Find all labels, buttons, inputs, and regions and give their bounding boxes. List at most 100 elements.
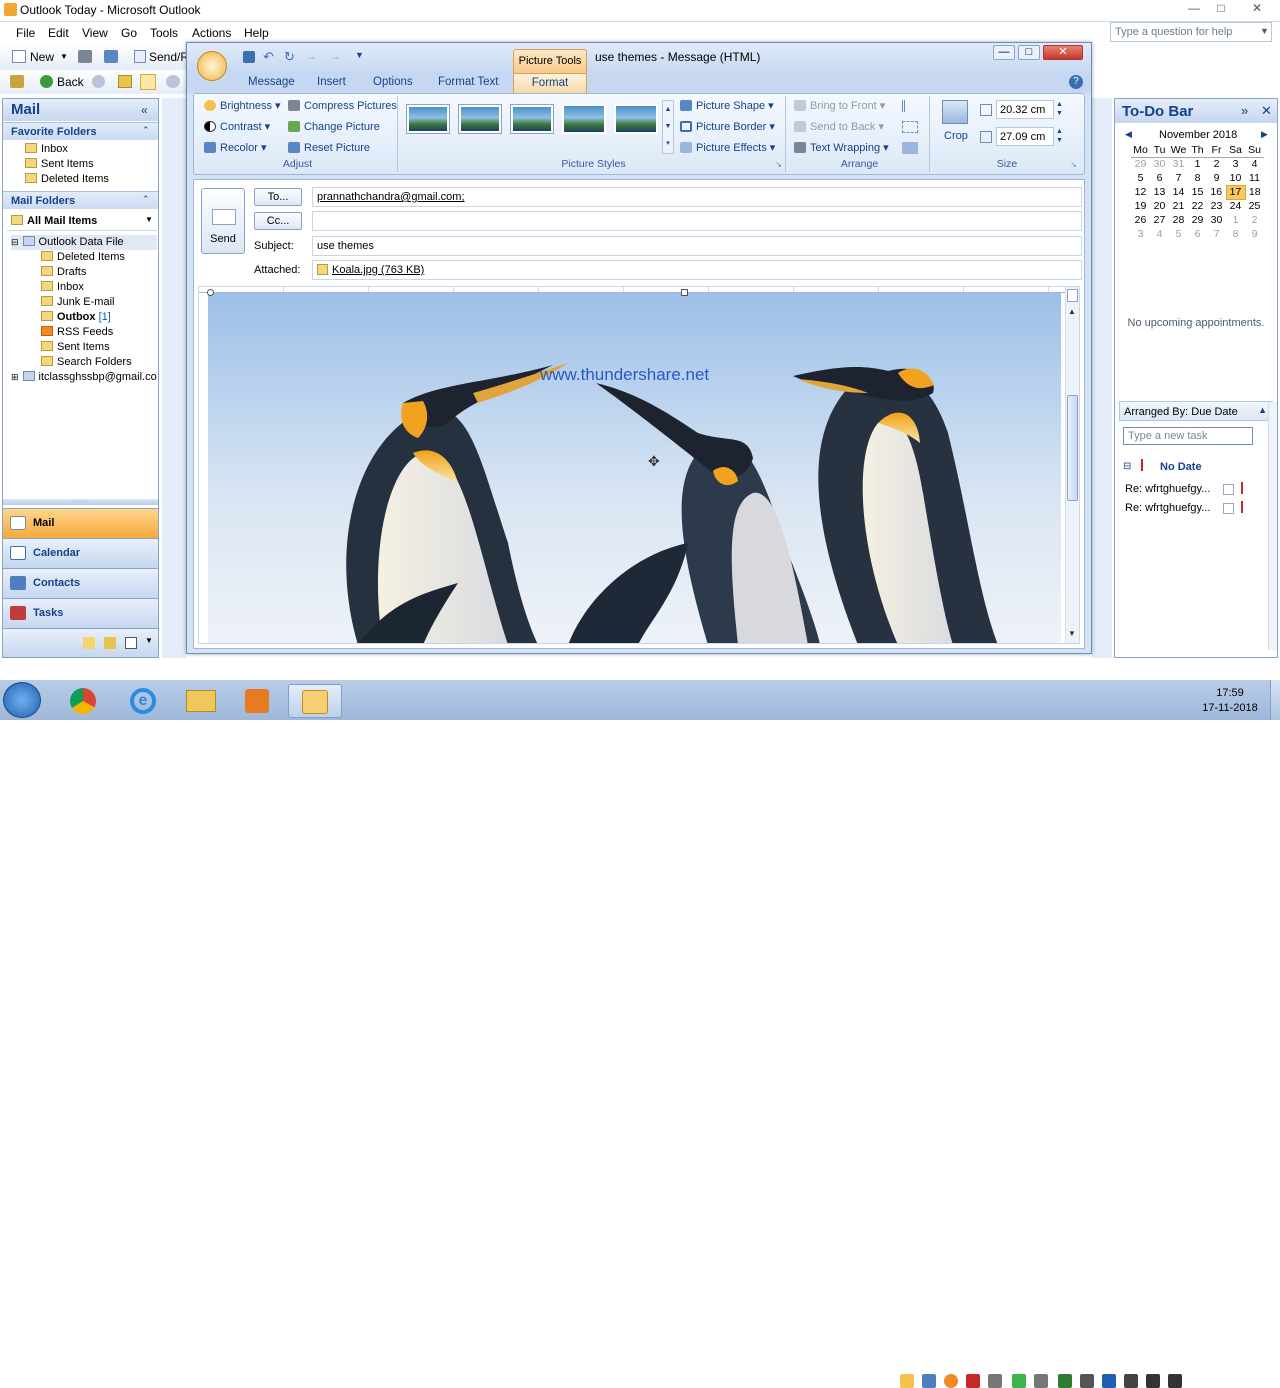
scroll-down-icon[interactable]: ▼ bbox=[1068, 629, 1076, 638]
to-button[interactable]: To... bbox=[254, 188, 302, 206]
calendar-day[interactable]: 29 bbox=[1188, 213, 1207, 227]
tray-icon[interactable] bbox=[1058, 1374, 1072, 1388]
next-month-icon[interactable]: ▶ bbox=[1261, 129, 1268, 140]
expand-plus-icon[interactable]: ⊞ bbox=[11, 372, 19, 382]
calendar-day[interactable]: 29 bbox=[1131, 157, 1150, 171]
folder-sent-items[interactable]: Sent Items bbox=[41, 340, 110, 355]
send-button[interactable]: Send bbox=[201, 188, 245, 254]
collapse-nav-icon[interactable]: « bbox=[141, 103, 148, 117]
close-todo-icon[interactable]: ✕ bbox=[1261, 103, 1272, 119]
calendar-day[interactable]: 4 bbox=[1245, 157, 1264, 171]
favorite-inbox[interactable]: Inbox bbox=[25, 142, 68, 157]
taskbar-clock[interactable]: 17:59 17-11-2018 bbox=[1190, 686, 1270, 716]
calendar-day[interactable]: 16 bbox=[1207, 185, 1226, 199]
maximize-icon[interactable]: □ bbox=[1210, 1, 1232, 17]
tray-icon[interactable] bbox=[1080, 1374, 1094, 1388]
nav-contacts-button[interactable]: Contacts bbox=[3, 568, 158, 598]
close-icon[interactable]: ✕ bbox=[1246, 1, 1268, 17]
send-receive-button[interactable]: Send/R bbox=[149, 50, 189, 64]
folder-inbox[interactable]: Inbox bbox=[41, 280, 84, 295]
favorites-collapse-icon[interactable]: ⌃ bbox=[142, 125, 150, 136]
calendar-day[interactable]: 4 bbox=[1150, 227, 1169, 241]
help-icon[interactable]: ? bbox=[1069, 75, 1083, 89]
favorite-deleted-items[interactable]: Deleted Items bbox=[25, 172, 109, 187]
mail-folders-collapse-icon[interactable]: ⌃ bbox=[142, 194, 150, 205]
folder-rss-feeds[interactable]: RSS Feeds bbox=[41, 325, 113, 340]
task-item[interactable]: Re: wfrtghuefgy... bbox=[1125, 502, 1210, 514]
calendar-day[interactable]: 17 bbox=[1225, 184, 1246, 200]
new-dropdown-icon[interactable]: ▼ bbox=[60, 52, 68, 61]
calendar-day[interactable]: 30 bbox=[1207, 213, 1226, 227]
back-button[interactable]: Back bbox=[57, 75, 84, 89]
tray-icon[interactable] bbox=[900, 1374, 914, 1388]
bluetooth-icon[interactable] bbox=[1102, 1374, 1116, 1388]
recolor-button[interactable]: Recolor ▾ bbox=[204, 140, 266, 157]
menu-actions[interactable]: Actions bbox=[192, 26, 231, 40]
subject-field[interactable]: use themes bbox=[312, 236, 1082, 256]
pane-splitter[interactable]: …… bbox=[3, 497, 158, 505]
tray-icon[interactable] bbox=[944, 1374, 958, 1388]
all-mail-dropdown-icon[interactable]: ▼ bbox=[145, 215, 153, 224]
menu-edit[interactable]: Edit bbox=[48, 26, 69, 40]
dialog-launcher-icon[interactable]: ↘ bbox=[775, 160, 782, 169]
calendar-day[interactable]: 5 bbox=[1131, 171, 1150, 185]
menu-view[interactable]: View bbox=[82, 26, 108, 40]
calendar-day[interactable]: 5 bbox=[1169, 227, 1188, 241]
calendar-day[interactable]: 6 bbox=[1188, 227, 1207, 241]
favorite-sent-items[interactable]: Sent Items bbox=[25, 157, 94, 172]
msg-close-icon[interactable]: ✕ bbox=[1043, 45, 1083, 60]
expand-todo-icon[interactable]: » bbox=[1241, 103, 1248, 118]
taskbar-media-player[interactable] bbox=[234, 684, 280, 718]
align-icon[interactable] bbox=[902, 100, 918, 112]
send-to-back-button[interactable]: Send to Back ▾ bbox=[794, 119, 884, 136]
tab-format[interactable]: Format bbox=[513, 73, 587, 93]
customize-toolbar-icon[interactable]: ▼ bbox=[355, 50, 364, 60]
msg-restore-icon[interactable]: □ bbox=[1018, 45, 1040, 60]
calendar-day[interactable]: 14 bbox=[1169, 185, 1188, 199]
tray-icon[interactable] bbox=[1034, 1374, 1048, 1388]
tray-icon[interactable] bbox=[966, 1374, 980, 1388]
picture-style-thumb[interactable] bbox=[614, 104, 658, 134]
menu-help[interactable]: Help bbox=[244, 26, 269, 40]
calendar-day[interactable]: 9 bbox=[1207, 171, 1226, 185]
split-view-icon[interactable] bbox=[1067, 289, 1078, 302]
nav-calendar-button[interactable]: Calendar bbox=[3, 538, 158, 568]
contrast-button[interactable]: Contrast ▾ bbox=[204, 119, 270, 136]
cc-field[interactable] bbox=[312, 211, 1082, 231]
new-task-input[interactable]: Type a new task bbox=[1123, 427, 1253, 445]
to-field[interactable]: prannathchandra@gmail.com; bbox=[312, 187, 1082, 207]
picture-style-thumb[interactable] bbox=[458, 104, 502, 134]
outlook-data-file[interactable]: ⊟ Outlook Data File bbox=[11, 235, 157, 250]
redo-icon[interactable]: ↻ bbox=[284, 49, 295, 65]
mail-folders-header[interactable]: Mail Folders bbox=[3, 191, 158, 209]
scroll-thumb[interactable] bbox=[1067, 395, 1078, 501]
start-button[interactable] bbox=[3, 682, 41, 718]
width-spinner-icon[interactable]: ▲ ▼ bbox=[1056, 127, 1063, 145]
task-item[interactable]: Re: wfrtghuefgy... bbox=[1125, 483, 1210, 495]
brightness-button[interactable]: Brightness ▾ bbox=[204, 98, 281, 115]
cc-button[interactable]: Cc... bbox=[254, 212, 302, 230]
rotate-icon[interactable] bbox=[902, 142, 918, 154]
calendar-day[interactable]: 25 bbox=[1245, 199, 1264, 213]
volume-icon[interactable] bbox=[1168, 1374, 1182, 1388]
task-flag-icon[interactable] bbox=[1241, 482, 1251, 494]
body-scrollbar[interactable]: ▲ ▼ bbox=[1065, 287, 1079, 643]
compress-pictures-button[interactable]: Compress Pictures bbox=[288, 98, 397, 115]
outlook-today-icon[interactable] bbox=[140, 74, 156, 90]
calendar-day[interactable]: 22 bbox=[1188, 199, 1207, 213]
calendar-day[interactable]: 27 bbox=[1150, 213, 1169, 227]
folder-outbox[interactable]: Outbox [1] bbox=[41, 310, 111, 325]
print-icon[interactable] bbox=[78, 50, 92, 63]
picture-border-button[interactable]: Picture Border ▾ bbox=[680, 119, 775, 136]
bring-to-front-button[interactable]: Bring to Front ▾ bbox=[794, 98, 885, 115]
calendar-day[interactable]: 11 bbox=[1245, 171, 1264, 185]
address-book-icon[interactable] bbox=[10, 75, 24, 88]
msg-minimize-icon[interactable]: — bbox=[993, 45, 1015, 60]
calendar-day[interactable]: 9 bbox=[1245, 227, 1264, 241]
calendar-day[interactable]: 19 bbox=[1131, 199, 1150, 213]
forward-icon[interactable] bbox=[92, 75, 105, 88]
calendar-day[interactable]: 20 bbox=[1150, 199, 1169, 213]
prev-month-icon[interactable]: ◀ bbox=[1125, 129, 1132, 140]
calendar-day[interactable]: 8 bbox=[1188, 171, 1207, 185]
calendar-day[interactable]: 7 bbox=[1169, 171, 1188, 185]
